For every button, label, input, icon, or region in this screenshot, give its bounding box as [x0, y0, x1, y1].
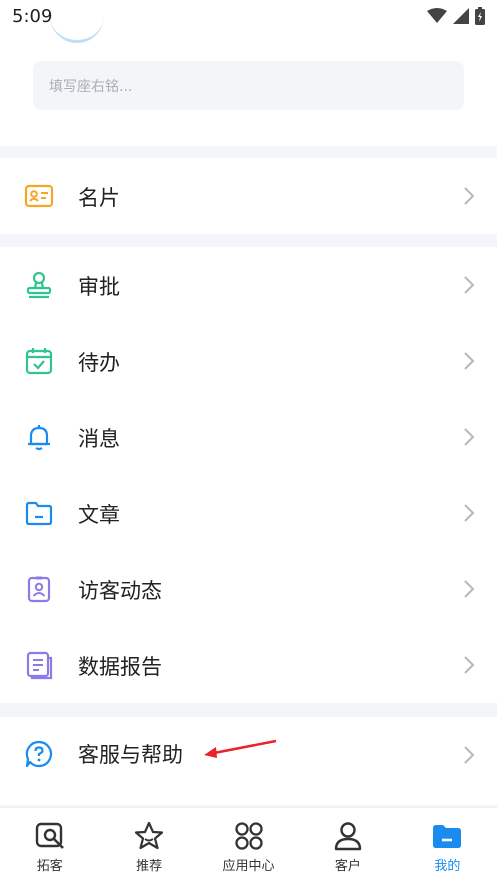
visitor-badge-icon [27, 576, 51, 603]
menu-item-label: 消息 [78, 427, 120, 451]
chevron-right-icon [464, 352, 475, 370]
tab-app-center[interactable]: 应用中心 [199, 808, 298, 885]
menu-group-card: 名片 [0, 158, 497, 234]
battery-icon [475, 7, 485, 25]
tab-label: 拓客 [36, 859, 63, 874]
menu-group-card: 审批 待办 消息 文章 访客动态 数据报告 [0, 247, 497, 703]
menu-item-messages[interactable]: 消息 [0, 399, 497, 475]
menu-item-todo[interactable]: 待办 [0, 323, 497, 399]
signal-icon [453, 8, 469, 24]
tab-prospecting[interactable]: 拓客 [0, 808, 99, 885]
tab-recommend[interactable]: 推荐 [99, 808, 198, 885]
tab-label: 我的 [434, 859, 461, 874]
menu-group-card: 客服与帮助 [0, 717, 497, 805]
business-card-icon [24, 184, 54, 208]
menu-item-label: 文章 [78, 503, 120, 527]
menu-item-articles[interactable]: 文章 [0, 475, 497, 551]
profile-section: 填写座右铭... [0, 34, 497, 146]
menu-item-label: 数据报告 [78, 655, 162, 679]
chevron-right-icon [464, 428, 475, 446]
avatar[interactable] [50, 4, 104, 43]
menu-item-approval[interactable]: 审批 [0, 247, 497, 323]
search-icon [35, 822, 64, 849]
motto-input[interactable]: 填写座右铭... [33, 61, 464, 110]
annotation-arrow-icon [204, 739, 277, 758]
menu-item-business-card[interactable]: 名片 [0, 158, 497, 234]
chevron-right-icon [464, 580, 475, 598]
wifi-icon [427, 8, 447, 23]
menu-item-data-report[interactable]: 数据报告 [0, 627, 497, 703]
chevron-right-icon [464, 746, 475, 764]
user-icon [334, 822, 362, 851]
motto-placeholder: 填写座右铭... [49, 79, 133, 95]
chevron-right-icon [464, 276, 475, 294]
tab-label: 推荐 [136, 859, 163, 874]
chevron-right-icon [464, 656, 475, 674]
menu-item-visitor-activity[interactable]: 访客动态 [0, 551, 497, 627]
folder-icon [433, 825, 462, 848]
help-chat-icon [25, 740, 53, 768]
bottom-tab-bar: 拓客 推荐 应用中心 客户 我的 [0, 807, 497, 885]
chevron-right-icon [464, 187, 475, 205]
tab-mine[interactable]: 我的 [398, 808, 497, 885]
stamp-icon [26, 271, 52, 299]
report-icon [26, 651, 53, 680]
folder-icon [25, 501, 53, 526]
menu-item-label: 客服与帮助 [78, 743, 183, 767]
tab-customers[interactable]: 客户 [298, 808, 397, 885]
menu-item-label: 待办 [78, 351, 120, 375]
calendar-check-icon [25, 348, 53, 375]
menu-item-label: 访客动态 [78, 579, 162, 603]
star-icon [135, 821, 164, 850]
menu-item-label: 审批 [78, 275, 120, 299]
status-time: 5:09 [12, 6, 53, 27]
tab-label: 客户 [334, 859, 361, 874]
menu-item-label: 名片 [78, 186, 120, 210]
apps-icon [234, 822, 263, 850]
chevron-right-icon [464, 504, 475, 522]
bell-icon [28, 425, 50, 451]
tab-label: 应用中心 [222, 859, 275, 874]
